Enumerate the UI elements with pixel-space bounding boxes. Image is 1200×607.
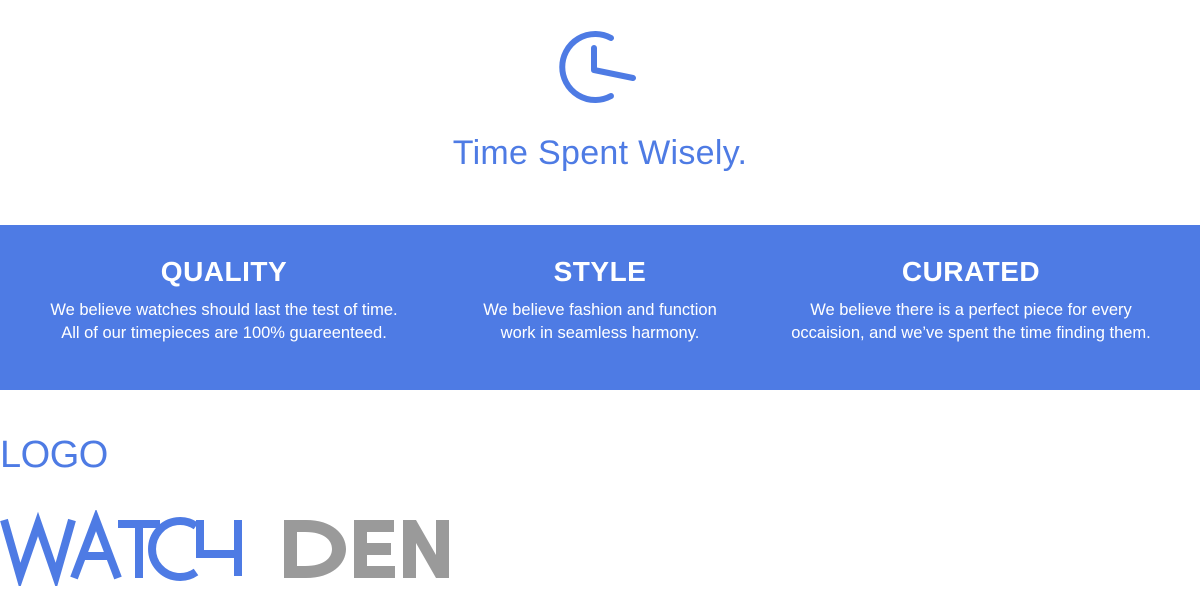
value-title: CURATED [901,256,1041,287]
tagline: Time Spent Wisely. [452,134,748,172]
clock-c-icon [559,31,636,103]
brand-guide-page: Time Spent Wisely. QUALITY We believe wa… [0,0,1200,607]
value-text: We believe fashion and function work in … [483,301,717,342]
value-title: QUALITY [160,256,288,287]
watchden-wordmark-logo [0,510,449,586]
value-curated: CURATED We believe there is a perfect pi… [752,225,1190,345]
values-band: QUALITY We believe watches should last t… [0,225,1200,390]
value-text: We believe there is a perfect piece for … [791,301,1151,342]
value-quality: QUALITY We believe watches should last t… [0,225,448,345]
section-label-logo: LOGO [0,434,108,476]
value-title: STYLE [553,256,647,287]
value-text: We believe watches should last the test … [50,301,398,342]
value-style: STYLE We believe fashion and function wo… [448,225,752,345]
